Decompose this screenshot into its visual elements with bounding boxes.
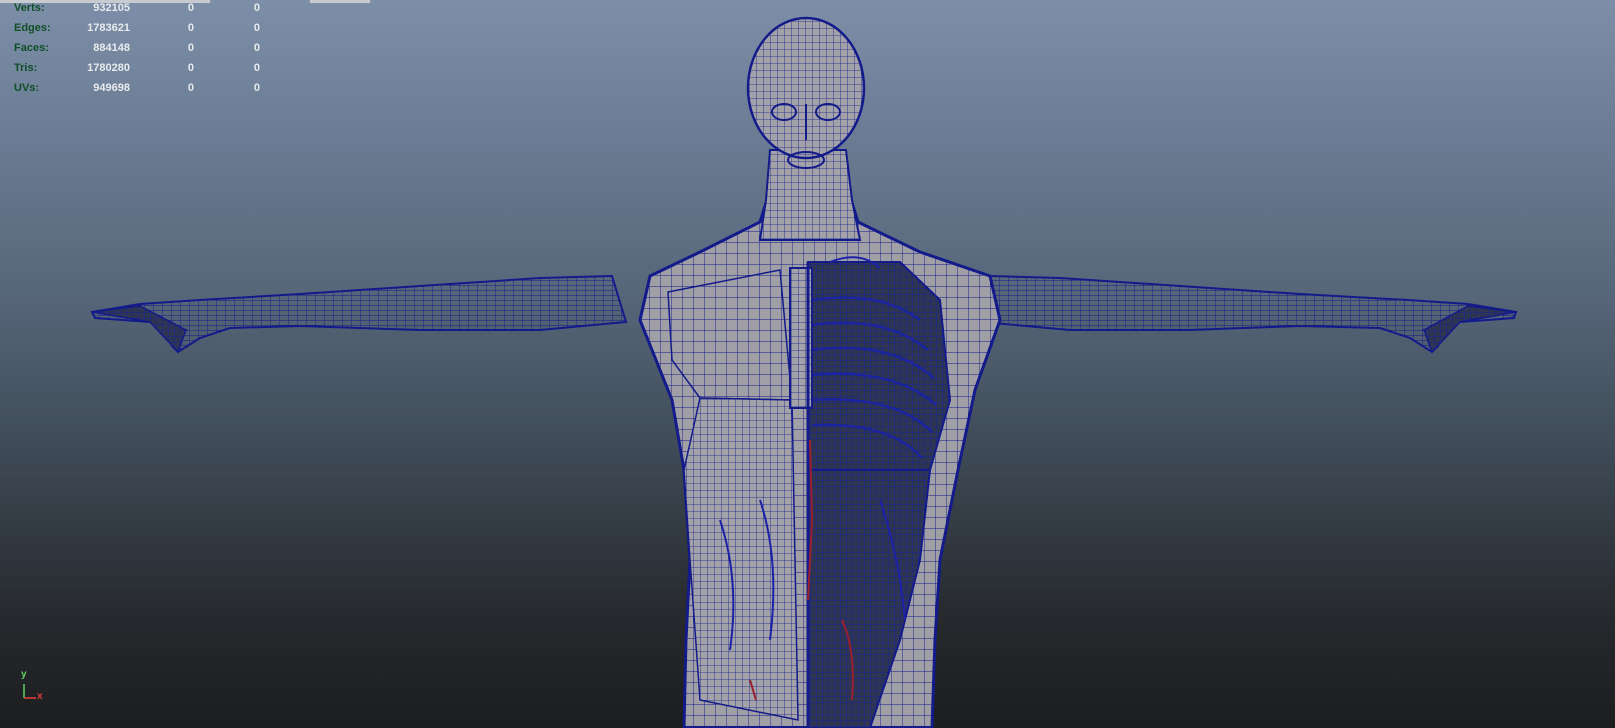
wireframe-anatomy-model: [90, 16, 1518, 728]
hud-selected-value: 0: [187, 2, 194, 14]
hud-value: 1783621: [87, 22, 130, 34]
hud-label: Edges:: [14, 22, 51, 34]
hud-row-faces: Faces: 884148 0 0: [0, 38, 300, 58]
hud-label: Verts:: [14, 2, 45, 14]
hud-selected-value: 0: [187, 42, 194, 54]
hud-row-verts: Verts: 932105 0 0: [0, 0, 300, 18]
hud-label: Faces:: [14, 42, 49, 54]
poly-count-hud: Verts: 932105 0 0 Edges: 1783621 0 0 Fac…: [0, 0, 370, 100]
axis-lines: [23, 684, 36, 699]
right-ribcage: [807, 261, 952, 482]
hud-uv-value: 0: [253, 22, 260, 34]
hud-value: 1780280: [87, 62, 130, 74]
3d-viewport[interactable]: Verts: 932105 0 0 Edges: 1783621 0 0 Fac…: [0, 0, 1615, 728]
hud-label: UVs:: [14, 82, 40, 94]
axis-y-label: y: [21, 669, 27, 680]
hud-row-uvs: UVs: 949698 0 0: [0, 78, 300, 98]
hud-selected-value: 0: [187, 22, 194, 34]
hud-value: 884148: [93, 42, 130, 54]
hud-uv-value: 0: [253, 42, 260, 54]
left-abdomen: [683, 397, 799, 721]
hud-value: 949698: [93, 82, 130, 94]
neck-mesh: [758, 149, 862, 241]
hud-row-tris: Tris: 1780280 0 0: [0, 58, 300, 78]
hud-uv-value: 0: [253, 82, 260, 94]
axis-gizmo: y x: [10, 669, 50, 706]
hud-uv-value: 0: [253, 62, 260, 74]
hud-selected-value: 0: [187, 62, 194, 74]
axis-x-label: x: [37, 691, 43, 702]
hud-value: 932105: [93, 2, 130, 14]
hud-label: Tris:: [14, 62, 38, 74]
left-chest: [667, 269, 793, 401]
hud-row-edges: Edges: 1783621 0 0: [0, 18, 300, 38]
hud-uv-value: 0: [253, 2, 260, 14]
hud-selected-value: 0: [187, 82, 194, 94]
